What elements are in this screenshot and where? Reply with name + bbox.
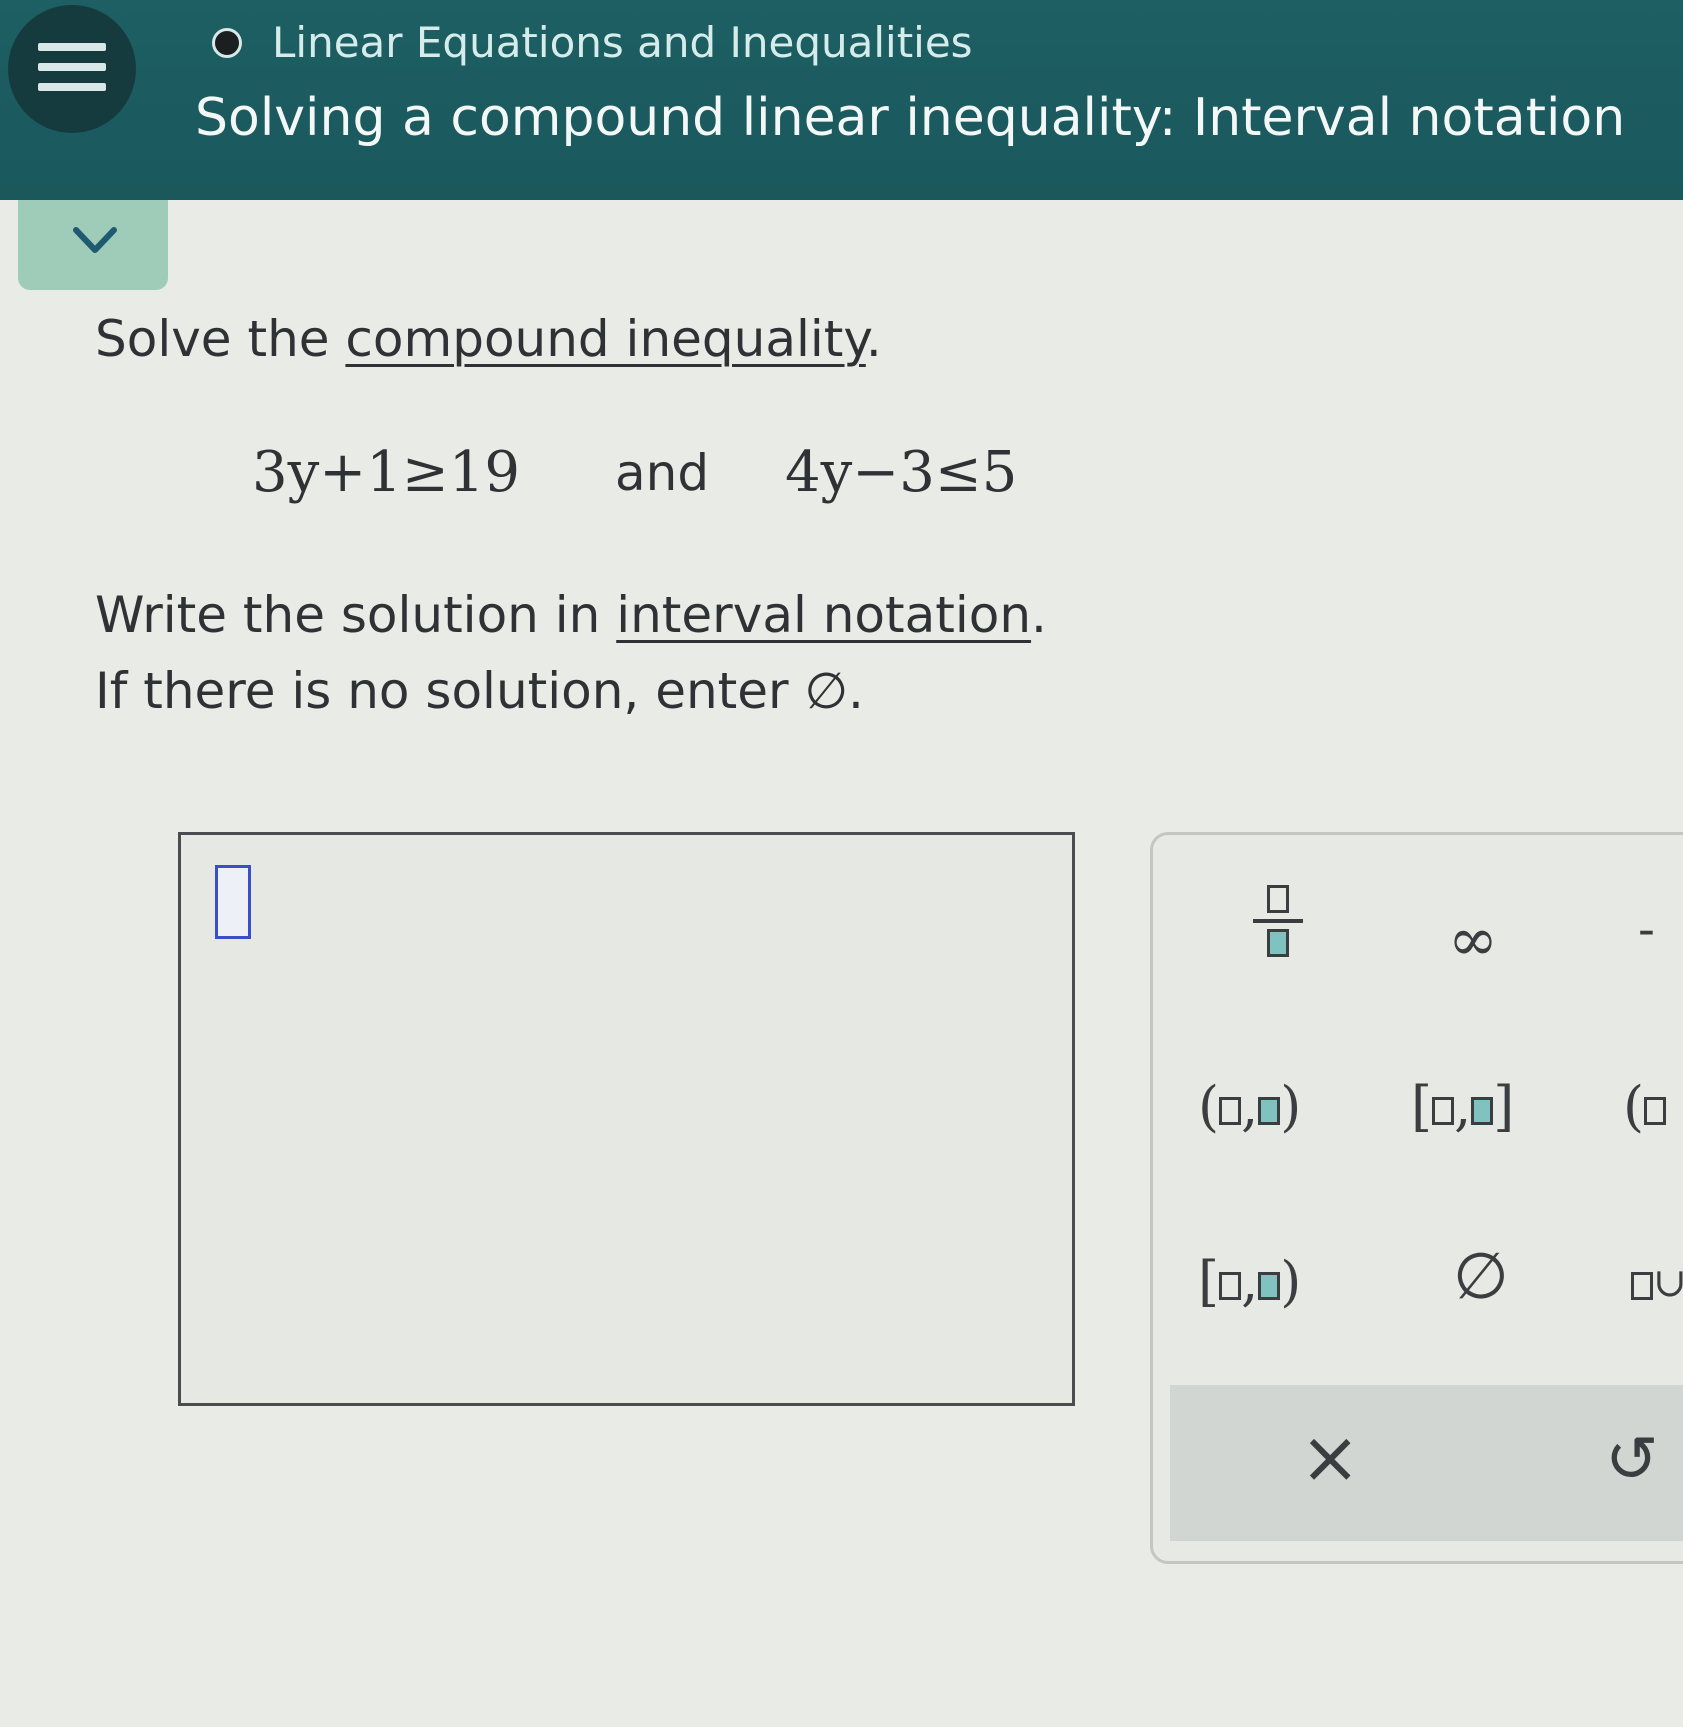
instruction-punct: . xyxy=(865,310,882,368)
open-interval-key[interactable]: (,) xyxy=(1198,1075,1301,1138)
closed-interval-key[interactable]: [,] xyxy=(1411,1075,1514,1138)
topic-dot-icon xyxy=(212,28,242,58)
hamburger-icon-line xyxy=(38,83,106,91)
negative-key[interactable]: - xyxy=(1638,900,1655,958)
instruction-text: Write the solution in xyxy=(95,586,617,644)
menu-button[interactable] xyxy=(8,5,136,133)
chevron-down-icon xyxy=(73,227,117,253)
inequality-1: 3y+1≥19 xyxy=(252,440,520,505)
fraction-numerator-icon xyxy=(1267,885,1289,913)
clear-icon[interactable]: × xyxy=(1300,1415,1360,1499)
interval-notation-link[interactable]: interval notation xyxy=(616,586,1031,644)
instruction-line-1: Solve the compound inequality. xyxy=(95,310,882,368)
fraction-key[interactable] xyxy=(1253,885,1303,957)
keypad-actions: × ↺ xyxy=(1170,1385,1683,1541)
page-title: Solving a compound linear inequality: In… xyxy=(195,88,1626,148)
topic-label: Linear Equations and Inequalities xyxy=(272,18,973,67)
input-cursor xyxy=(215,865,251,939)
hamburger-icon-line xyxy=(38,63,106,71)
inequality-2: 4y−3≤5 xyxy=(785,440,1018,505)
undo-icon[interactable]: ↺ xyxy=(1605,1423,1659,1497)
hamburger-icon xyxy=(38,43,106,51)
and-word: and xyxy=(615,444,710,502)
fraction-denominator-icon xyxy=(1267,929,1289,957)
empty-set-key[interactable]: ∅ xyxy=(1453,1240,1509,1314)
top-banner: Linear Equations and Inequalities Solvin… xyxy=(0,0,1683,200)
instruction-text: Solve the xyxy=(95,310,346,368)
left-open-interval-key[interactable]: ( xyxy=(1623,1075,1667,1138)
instruction-punct: . xyxy=(1031,586,1047,644)
math-keypad: ∞ - (,) [,] ( [,) ∅ ∪ × ↺ xyxy=(1150,832,1683,1564)
instruction-line-2: Write the solution in interval notation. xyxy=(95,586,1047,644)
compound-inequality-link[interactable]: compound inequality xyxy=(345,310,865,368)
instruction-line-3: If there is no solution, enter ∅. xyxy=(95,662,864,720)
answer-input[interactable] xyxy=(178,832,1075,1406)
half-open-interval-key[interactable]: [,) xyxy=(1198,1250,1301,1313)
union-key[interactable]: ∪ xyxy=(1631,1260,1683,1306)
collapse-button[interactable] xyxy=(18,200,168,290)
infinity-key[interactable]: ∞ xyxy=(1448,905,1498,975)
